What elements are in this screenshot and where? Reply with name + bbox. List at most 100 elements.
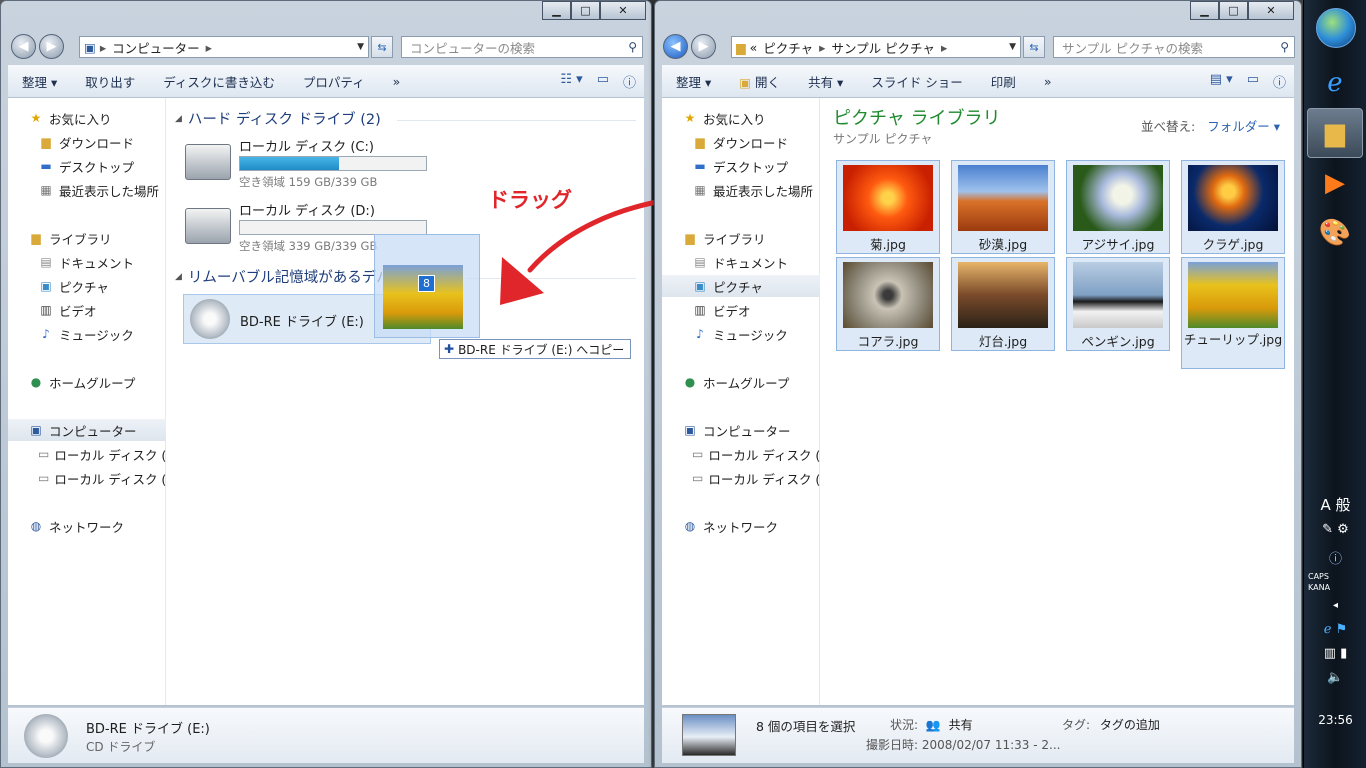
clock[interactable]: 23:56 <box>1304 713 1366 727</box>
nav-downloads[interactable]: ▆ ダウンロード <box>662 131 820 153</box>
tag-field[interactable]: タグ: タグの追加 <box>1062 716 1160 733</box>
nav-homegroup[interactable]: ● ホームグループ <box>8 371 166 393</box>
file-thumbnail[interactable]: 菊.jpg <box>836 160 940 254</box>
ie-tray-icon[interactable]: ℯ ⚑ <box>1304 622 1366 637</box>
recent-places-icon: ▦ <box>40 183 52 197</box>
nav-libraries[interactable]: ▆ ライブラリ <box>8 227 166 249</box>
search-input[interactable]: サンプル ピクチャの検索 ⚲ <box>1053 36 1295 58</box>
minimize-button[interactable]: ▁ <box>542 1 571 20</box>
nav-computer[interactable]: ▣ コンピューター <box>8 419 166 441</box>
computer-icon: ▣ <box>684 423 696 437</box>
address-bar[interactable]: ▆ « ピクチャ ▸ サンプル ピクチャ ▸ ▼ <box>731 36 1021 58</box>
paint-icon[interactable]: 🎨 <box>1307 208 1363 258</box>
nav-favorites[interactable]: ★ お気に入り <box>662 107 820 129</box>
explorer-taskbar-icon[interactable]: ▆ <box>1307 108 1363 158</box>
breadcrumb-sample-pictures[interactable]: サンプル ピクチャ <box>831 38 934 57</box>
network-tray-icon[interactable]: ▥ ▮ <box>1304 646 1366 661</box>
close-button[interactable]: ✕ <box>600 1 646 20</box>
nav-local-disk-c[interactable]: ▭ ローカル ディスク ( <box>662 443 820 465</box>
nav-videos[interactable]: ▥ ビデオ <box>8 299 166 321</box>
view-options-icon[interactable]: ▤ ▾ <box>1210 72 1233 91</box>
nav-documents[interactable]: ▤ ドキュメント <box>8 251 166 273</box>
image-preview <box>1188 165 1278 231</box>
close-button[interactable]: ✕ <box>1248 1 1294 20</box>
disc-drive-icon <box>24 714 68 758</box>
print-button[interactable]: 印刷 <box>977 72 1030 91</box>
minimize-button[interactable]: ▁ <box>1190 1 1219 20</box>
help-icon[interactable]: ⓘ <box>1273 72 1286 91</box>
show-hidden-icons-button[interactable]: ◂ <box>1304 600 1366 611</box>
nav-music[interactable]: ♪ ミュージック <box>8 323 166 345</box>
drive-c[interactable]: ローカル ディスク (C:) 空き領域 159 GB/339 GB <box>185 134 429 190</box>
eject-button[interactable]: 取り出す <box>71 72 149 91</box>
back-button[interactable]: ◀ <box>663 34 688 59</box>
chevron-down-icon[interactable]: ▼ <box>1009 42 1016 52</box>
open-button[interactable]: ▣ 開く <box>725 72 794 91</box>
help-icon[interactable]: ⓘ <box>623 72 636 91</box>
nav-documents[interactable]: ▤ ドキュメント <box>662 251 820 273</box>
file-thumbnail[interactable]: クラゲ.jpg <box>1181 160 1285 254</box>
search-input[interactable]: コンピューターの検索 ⚲ <box>401 36 643 58</box>
file-thumbnail[interactable]: 灯台.jpg <box>951 257 1055 351</box>
help-icon[interactable]: ⓘ <box>1304 548 1366 567</box>
organize-button[interactable]: 整理 ▾ <box>8 72 71 91</box>
nav-desktop[interactable]: ▬ デスクトップ <box>662 155 820 177</box>
breadcrumb-pictures[interactable]: ピクチャ <box>763 38 813 57</box>
nav-recent[interactable]: ▦ 最近表示した場所 <box>8 179 166 201</box>
more-button[interactable]: » <box>1030 74 1066 89</box>
internet-explorer-icon[interactable]: ℯ <box>1307 58 1363 108</box>
sort-dropdown[interactable]: フォルダー ▾ <box>1207 119 1280 134</box>
nav-desktop[interactable]: ▬ デスクトップ <box>8 155 166 177</box>
refresh-button[interactable]: ⇆ <box>1023 36 1045 58</box>
ime-tools-icon[interactable]: ✎ ⚙ <box>1304 522 1366 537</box>
nav-music[interactable]: ♪ ミュージック <box>662 323 820 345</box>
back-button[interactable]: ◀ <box>11 34 36 59</box>
nav-computer[interactable]: ▣ コンピューター <box>662 419 820 441</box>
file-thumbnail[interactable]: アジサイ.jpg <box>1066 160 1170 254</box>
burn-button[interactable]: ディスクに書き込む <box>149 72 289 91</box>
properties-button[interactable]: プロパティ <box>289 72 379 91</box>
maximize-button[interactable]: □ <box>1219 1 1248 20</box>
image-preview <box>958 165 1048 231</box>
file-thumbnail[interactable]: 砂漠.jpg <box>951 160 1055 254</box>
group-header-hdd[interactable]: ◢ ハード ディスク ドライブ (2) <box>175 108 381 129</box>
breadcrumb-computer[interactable]: コンピューター <box>112 38 200 57</box>
nav-local-disk-d[interactable]: ▭ ローカル ディスク ( <box>662 467 820 489</box>
selection-thumbnail <box>682 714 736 756</box>
preview-pane-icon[interactable]: ▭ <box>597 72 609 91</box>
ime-bar[interactable]: A 般 <box>1304 494 1366 515</box>
document-icon: ▤ <box>40 255 52 269</box>
nav-videos[interactable]: ▥ ビデオ <box>662 299 820 321</box>
file-thumbnail[interactable]: チューリップ.jpg <box>1181 257 1285 369</box>
nav-pictures[interactable]: ▣ ピクチャ <box>8 275 166 297</box>
slideshow-button[interactable]: スライド ショー <box>857 72 976 91</box>
nav-downloads[interactable]: ▆ ダウンロード <box>8 131 166 153</box>
chevron-down-icon[interactable]: ▼ <box>357 42 364 52</box>
view-options-icon[interactable]: ☷ ▾ <box>560 72 582 91</box>
maximize-button[interactable]: □ <box>571 1 600 20</box>
nav-local-disk-c[interactable]: ▭ ローカル ディスク ( <box>8 443 166 465</box>
file-thumbnail[interactable]: ペンギン.jpg <box>1066 257 1170 351</box>
share-button[interactable]: 共有 ▾ <box>794 72 857 91</box>
nav-local-disk-d[interactable]: ▭ ローカル ディスク ( <box>8 467 166 489</box>
address-bar[interactable]: ▣ ▸ コンピューター ▸ ▼ <box>79 36 369 58</box>
nav-homegroup[interactable]: ● ホームグループ <box>662 371 820 393</box>
navigation-bar: ◀ ▶ ▆ « ピクチャ ▸ サンプル ピクチャ ▸ ▼ ⇆ サンプル ピクチャ… <box>655 34 1301 60</box>
nav-network[interactable]: ◍ ネットワーク <box>662 515 820 537</box>
start-button[interactable] <box>1316 8 1356 48</box>
organize-button[interactable]: 整理 ▾ <box>662 72 725 91</box>
nav-favorites[interactable]: ★ お気に入り <box>8 107 166 129</box>
media-player-icon[interactable]: ▶ <box>1307 158 1363 208</box>
nav-libraries[interactable]: ▆ ライブラリ <box>662 227 820 249</box>
image-preview <box>1188 262 1278 328</box>
forward-button[interactable]: ▶ <box>39 34 64 59</box>
refresh-button[interactable]: ⇆ <box>371 36 393 58</box>
more-button[interactable]: » <box>379 74 415 89</box>
preview-pane-icon[interactable]: ▭ <box>1247 72 1259 91</box>
nav-recent[interactable]: ▦ 最近表示した場所 <box>662 179 820 201</box>
volume-icon[interactable]: 🔈 <box>1304 670 1366 685</box>
nav-pictures[interactable]: ▣ ピクチャ <box>662 275 820 297</box>
forward-button[interactable]: ▶ <box>691 34 716 59</box>
file-thumbnail[interactable]: コアラ.jpg <box>836 257 940 351</box>
nav-network[interactable]: ◍ ネットワーク <box>8 515 166 537</box>
